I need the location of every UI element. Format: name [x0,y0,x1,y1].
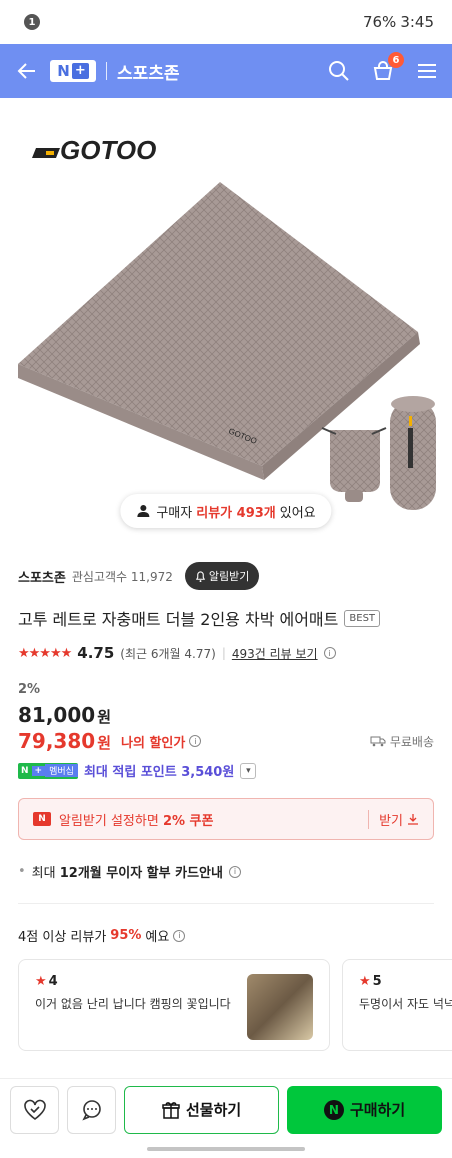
best-badge: BEST [344,609,381,627]
cart-count-badge: 6 [388,52,404,68]
product-photo: GOTOO GOTOO [18,135,436,510]
notification-dot: 1 [24,14,40,30]
store-name[interactable]: 스포츠존 [117,59,326,84]
review-card[interactable]: ★ 4 이거 없음 난리 납니다 캠핑의 꽃입니다 [18,959,330,1051]
chat-button[interactable] [67,1085,117,1134]
free-shipping: 무료배송 [370,733,434,750]
review-summary: 4점 이상 리뷰가 95% 예요 i [0,926,452,945]
coupon-n-icon: N [33,812,51,826]
info-icon[interactable]: i [323,647,336,659]
person-icon [137,505,150,517]
review-pill-highlight: 리뷰가 493개 [196,505,276,521]
seller-fan-count: 관심고객수 11,972 [71,569,173,584]
review-text: 두명이서 자도 넉넉 가끔 가족들과 거실 [359,997,452,1011]
review-text: 이거 없음 난리 납니다 캠핑의 꽃입니다 [35,997,231,1011]
my-price-row: 79,380 원 나의 할인가 i 무료배송 [0,729,452,753]
coupon-get-button[interactable]: 받기 [368,809,419,829]
home-indicator[interactable] [147,1147,305,1151]
product-title-row: 고투 레트로 자충매트 더블 2인용 차박 에어매트 BEST [0,606,452,630]
bell-plus-icon [195,570,205,582]
naver-pay-icon: N [323,1099,344,1120]
product-image[interactable]: GOTOO GOTOO 구매자 리뷰가 493개 있어요 [0,98,452,540]
seller-name[interactable]: 스포츠존 [18,567,66,586]
info-icon[interactable]: i [228,865,241,878]
header-divider [106,62,107,80]
review-card[interactable]: ★5 두명이서 자도 넉넉 가끔 가족들과 거실 [342,959,452,1051]
bottom-action-bar: 선물하기 N 구매하기 [0,1078,452,1140]
status-bar: 1 76% 3:45 [0,0,452,44]
gotoo-brand-logo: GOTOO [32,135,156,165]
chat-bubble-icon [81,1099,101,1121]
discount-rate: 2% [18,682,41,697]
section-divider [18,903,434,904]
clock: 3:45 [400,13,434,31]
star-rating-icon: ★★★★★ [18,645,72,661]
my-discount-price: 79,380 원 [18,729,111,753]
review-photo-thumbnail[interactable] [247,974,313,1040]
search-icon [329,61,349,81]
review-count-pill[interactable]: 구매자 리뷰가 493개 있어요 [120,494,332,528]
gift-button[interactable]: 선물하기 [124,1085,280,1134]
hamburger-menu-icon [418,64,436,78]
product-title: 고투 레트로 자충매트 더블 2인용 차박 에어매트 [18,610,339,629]
seller-row: 스포츠존 관심고객수 11,972 알림받기 [0,562,452,590]
battery-level: 76% [362,13,397,31]
brand-logo-text: GOTOO [60,135,156,165]
coupon-banner[interactable]: N 알림받기 설정하면 2% 쿠폰 받기 [18,798,434,840]
star-icon: ★ [359,974,371,989]
top-nav-bar: N + 스포츠존 6 [0,44,452,98]
membership-badge: N + 멤버십 [18,762,78,779]
review-score: ★ 4 [35,974,58,989]
gift-icon [162,1101,180,1119]
review-link[interactable]: 493건 리뷰 보기 [232,645,318,662]
naver-plus-logo[interactable]: N + [50,60,96,82]
original-price: 81,000 원 [18,703,111,727]
review-card-carousel[interactable]: ★4 이거 없음 난리 납니다 캠핑의 꽃입니다 ★5 두명이서 자도 넉넉 가… [0,959,452,1051]
truck-icon [370,736,386,747]
back-button[interactable] [12,56,42,86]
review-score: ★ 5 [359,974,382,989]
coupon-text: 알림받기 설정하면 2% 쿠폰 [59,813,214,829]
rating-separator: | [221,646,226,660]
back-arrow-icon [17,63,35,79]
alarm-subscribe-button[interactable]: 알림받기 [184,562,260,590]
rating-recent: (최근 6개월 4.77) [120,646,216,661]
chevron-down-icon[interactable]: ▾ [240,762,257,779]
rating-score: 4.75 [77,644,115,662]
star-icon: ★ [35,974,47,989]
menu-button[interactable] [414,58,440,84]
review-pill-suffix: 있어요 [279,505,316,521]
card-installment-info[interactable]: • 최대 12개월 무이자 할부 카드안내 i [0,862,452,881]
membership-points-row[interactable]: N + 멤버십 최대 적립 포인트 3,540원 ▾ [0,761,452,780]
review-pill-prefix: 구매자 [156,505,193,521]
info-icon[interactable]: i [173,929,186,942]
download-icon [408,814,418,825]
wishlist-button[interactable] [10,1085,60,1134]
buy-button[interactable]: N 구매하기 [287,1085,442,1134]
info-icon[interactable]: i [189,735,202,747]
rating-row: ★★★★★ 4.75 (최근 6개월 4.77) | 493건 리뷰 보기 i [0,644,452,662]
my-price-label: 나의 할인가 [121,735,186,751]
heart-check-icon [23,1099,46,1120]
search-button[interactable] [326,58,352,84]
cart-button[interactable]: 6 [370,52,404,84]
membership-points-text: 최대 적립 포인트 3,540원 [83,765,235,780]
